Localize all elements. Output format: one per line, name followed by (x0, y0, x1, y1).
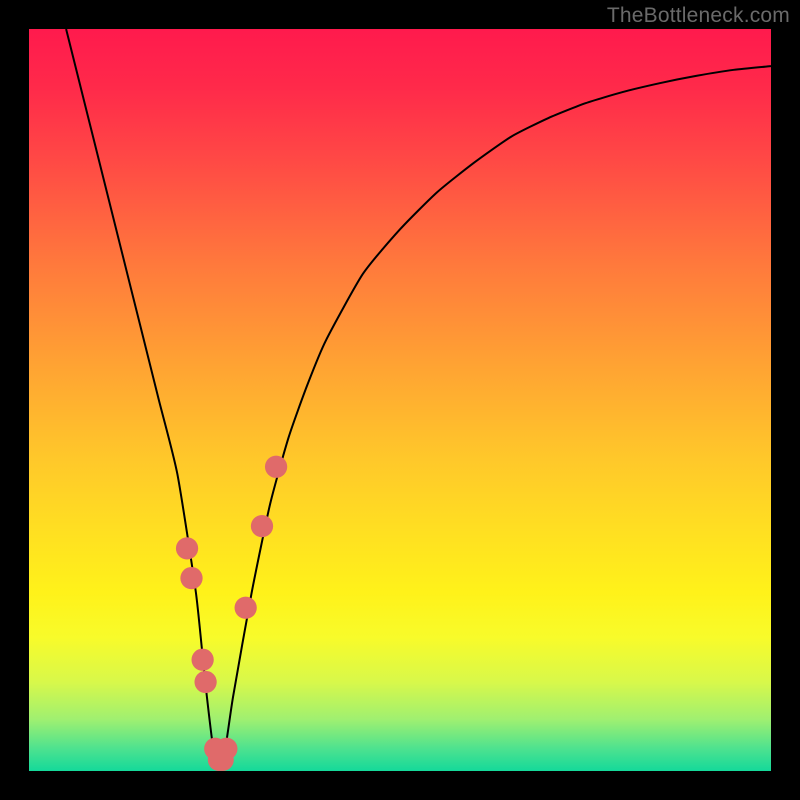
markers-group (170, 415, 287, 771)
bottleneck-curve (66, 29, 771, 761)
marker-dot (176, 537, 198, 559)
chart-svg (29, 29, 771, 771)
marker-dot (265, 456, 287, 478)
watermark-text: TheBottleneck.com (607, 4, 790, 28)
marker-dot (180, 567, 202, 589)
marker-dot (194, 671, 216, 693)
marker-dot (251, 515, 273, 537)
marker-dot (215, 738, 237, 760)
marker-dot (235, 597, 257, 619)
plot-area (29, 29, 771, 771)
marker-dot (192, 649, 214, 671)
marker-capsule (250, 548, 256, 585)
chart-frame: TheBottleneck.com (0, 0, 800, 800)
